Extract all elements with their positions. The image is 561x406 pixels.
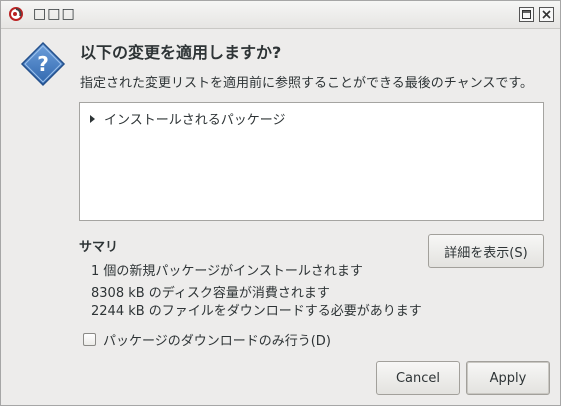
summary-disk-usage: 8308 kB のディスク容量が消費されます: [91, 286, 330, 301]
download-only-option[interactable]: パッケージのダウンロードのみ行う(D): [83, 330, 331, 349]
show-details-button[interactable]: 詳細を表示(S): [428, 234, 544, 268]
tree-row-install[interactable]: インストールされるパッケージ: [88, 109, 285, 128]
dialog-window: □□□ ? 以下の変更を適用しますか? 指定された変更リストを適用前に参照するこ…: [0, 0, 561, 406]
window-title: □□□: [33, 6, 76, 22]
apply-button[interactable]: Apply: [466, 361, 550, 395]
dialog-heading: 以下の変更を適用しますか?: [80, 43, 282, 62]
tree-row-label: インストールされるパッケージ: [104, 113, 286, 128]
title-bar[interactable]: □□□: [1, 1, 560, 29]
summary-new-packages: 1 個の新規パッケージがインストールされます: [91, 264, 363, 279]
app-icon: [7, 6, 25, 23]
question-icon: ?: [20, 41, 66, 87]
summary-download-size: 2244 kB のファイルをダウンロードする必要があります: [91, 304, 422, 319]
maximize-button[interactable]: [519, 7, 534, 22]
cancel-button[interactable]: Cancel: [376, 361, 460, 395]
svg-text:?: ?: [37, 52, 49, 76]
dialog-subtext: 指定された変更リストを適用前に参照することができる最後のチャンスです。: [80, 76, 534, 91]
package-tree[interactable]: インストールされるパッケージ: [79, 102, 544, 221]
download-only-label: パッケージのダウンロードのみ行う(D): [103, 334, 331, 349]
close-button[interactable]: [539, 7, 554, 22]
close-icon: [542, 10, 551, 19]
maximize-icon: [522, 10, 531, 19]
expander-arrow-icon[interactable]: [90, 114, 95, 123]
summary-title: サマリ: [79, 240, 119, 255]
download-only-checkbox[interactable]: [83, 333, 96, 346]
